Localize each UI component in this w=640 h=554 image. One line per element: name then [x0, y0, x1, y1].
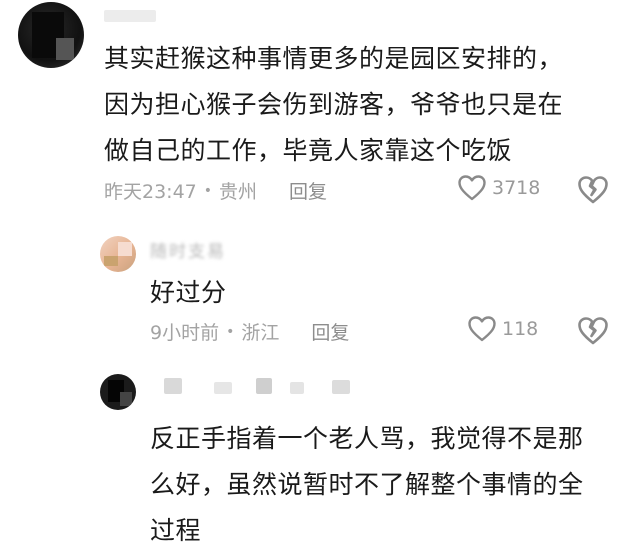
- avatar[interactable]: [100, 374, 136, 410]
- username[interactable]: 随时支易: [150, 237, 226, 262]
- username-blurred: [332, 380, 350, 394]
- like-count: 118: [502, 318, 539, 340]
- comment-text: 好过分: [150, 270, 620, 316]
- username-blurred: [290, 382, 304, 394]
- avatar[interactable]: [100, 236, 136, 272]
- username-blurred: [214, 382, 232, 394]
- comment-meta: 9小时前 • 浙江 回复: [150, 318, 349, 345]
- reply-button[interactable]: 回复: [289, 177, 327, 204]
- comment-line: 反正手指着一个老人骂，我觉得不是那: [150, 424, 584, 453]
- comment-line: 其实赶猴这种事情更多的是园区安排的，: [104, 44, 564, 73]
- avatar[interactable]: [18, 2, 84, 68]
- comment-time: 昨天23:47: [104, 181, 197, 203]
- username-blurred: [256, 378, 272, 394]
- comment-text: 其实赶猴这种事情更多的是园区安排的， 因为担心猴子会伤到游客，爷爷也只是在 做自…: [104, 36, 624, 174]
- comment-meta: 昨天23:47 • 贵州 回复: [104, 177, 327, 204]
- heart-outline-icon: [458, 175, 486, 201]
- like-count: 3718: [492, 177, 541, 199]
- reply-button[interactable]: 回复: [311, 318, 349, 345]
- heart-outline-icon: [468, 316, 496, 342]
- like-button[interactable]: 118: [468, 316, 538, 342]
- comment-line: 好过分: [150, 278, 227, 307]
- comment-line: 过程: [150, 516, 202, 545]
- comment-line: 因为担心猴子会伤到游客，爷爷也只是在: [104, 90, 564, 119]
- comment-time: 9小时前: [150, 322, 220, 344]
- dislike-button[interactable]: [578, 176, 608, 208]
- comment-line: 做自己的工作，毕竟人家靠这个吃饭: [104, 136, 513, 165]
- broken-heart-icon: [578, 317, 608, 345]
- separator-dot: •: [203, 182, 213, 199]
- broken-heart-icon: [578, 176, 608, 204]
- comment-line: 么好，虽然说暂时不了解整个事情的全: [150, 470, 584, 499]
- username-blurred[interactable]: [164, 378, 182, 394]
- dislike-button[interactable]: [578, 317, 608, 349]
- comment-text: 反正手指着一个老人骂，我觉得不是那 么好，虽然说暂时不了解整个事情的全 过程: [150, 416, 630, 554]
- username-blurred[interactable]: [104, 10, 156, 22]
- like-button[interactable]: 3718: [458, 175, 540, 201]
- separator-dot: •: [226, 323, 235, 340]
- comment-location: 贵州: [219, 181, 258, 203]
- comment-location: 浙江: [241, 322, 280, 344]
